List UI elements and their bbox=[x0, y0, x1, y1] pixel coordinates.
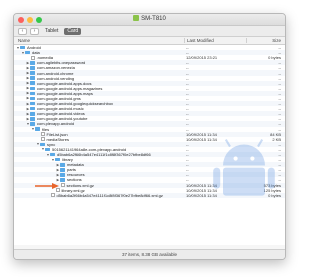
column-modified-header[interactable]: Last Modified bbox=[184, 38, 246, 43]
folder-icon bbox=[40, 142, 45, 147]
folder-icon bbox=[30, 122, 35, 126]
app-window: SM-T810 ‹ › Tablet Card Name Last Modifi… bbox=[13, 13, 286, 260]
folder-icon bbox=[60, 168, 65, 172]
folder-icon bbox=[20, 45, 25, 50]
folder-icon bbox=[55, 157, 60, 162]
row-modified-cell: 10/09/2015 11:34 bbox=[186, 192, 217, 198]
status-bar: 37 items, 8.38 GB available bbox=[14, 249, 285, 259]
file-icon bbox=[41, 137, 45, 142]
folder-icon bbox=[30, 96, 35, 101]
file-icon bbox=[31, 55, 35, 60]
row-size-cell: 0 bytes bbox=[268, 192, 281, 198]
folder-icon bbox=[30, 61, 35, 65]
file-row[interactable]: d5bab6a2f66b4a547e4111f1c8f8f367f0e27bfb… bbox=[14, 192, 285, 198]
file-list: ▼ Android -- -- ▼ data -- -- .nomedia 12/09/2015 … bbox=[14, 45, 285, 245]
folder-icon bbox=[30, 86, 35, 91]
folder-icon bbox=[30, 66, 35, 70]
file-icon bbox=[41, 132, 45, 137]
folder-icon bbox=[30, 111, 35, 116]
folder-icon bbox=[30, 117, 35, 121]
folder-icon bbox=[60, 178, 65, 182]
folder-icon bbox=[25, 50, 30, 55]
back-button[interactable]: ‹ bbox=[18, 27, 27, 35]
folder-icon bbox=[60, 162, 65, 167]
orange-arrow-icon bbox=[35, 183, 59, 189]
row-name-cell: d5bab6a2f66b4a547e4111f1c8f8f367f0e27bfb… bbox=[14, 193, 184, 198]
file-icon bbox=[51, 193, 55, 198]
column-name-header[interactable]: Name bbox=[14, 38, 184, 43]
column-size-header[interactable]: Size bbox=[246, 38, 285, 43]
folder-icon bbox=[45, 147, 50, 152]
toolbar: ‹ › Tablet Card bbox=[14, 26, 285, 37]
folder-icon bbox=[30, 71, 35, 75]
title-bar: SM-T810 bbox=[14, 14, 285, 26]
folder-icon bbox=[30, 91, 35, 96]
folder-icon bbox=[30, 81, 35, 85]
file-icon bbox=[61, 183, 65, 188]
folder-icon bbox=[30, 76, 35, 80]
column-header: Name Last Modified Size bbox=[14, 37, 285, 45]
folder-icon bbox=[50, 152, 55, 157]
row-label: d5bab6a2f66b4a547e4111f1c8f8f367f0e27bfb… bbox=[56, 192, 163, 198]
folder-icon bbox=[30, 106, 35, 111]
folder-icon bbox=[60, 173, 65, 177]
folder-icon bbox=[35, 127, 40, 131]
window-title: SM-T810 bbox=[14, 15, 285, 22]
tab-card[interactable]: Card bbox=[64, 27, 82, 35]
tab-tablet[interactable]: Tablet bbox=[42, 28, 61, 35]
folder-icon bbox=[30, 101, 35, 106]
android-file-transfer-icon bbox=[133, 15, 140, 21]
forward-button[interactable]: › bbox=[30, 27, 39, 35]
